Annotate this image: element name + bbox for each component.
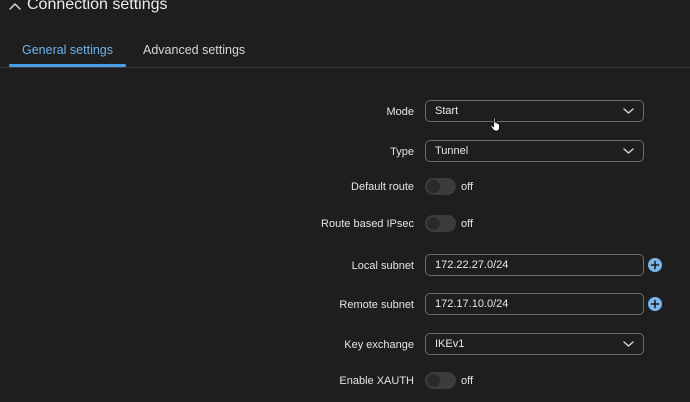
type-label: Type: [390, 146, 414, 158]
remote-subnet-label: Remote subnet: [339, 299, 414, 311]
type-row: Type Tunnel: [0, 140, 690, 164]
mode-label: Mode: [386, 106, 414, 118]
toggle-knob: [427, 374, 440, 387]
chevron-down-icon: [623, 108, 634, 114]
plus-circle-icon[interactable]: [648, 297, 662, 311]
remote-subnet-row: Remote subnet 172.17.10.0/24: [0, 293, 690, 317]
chevron-down-icon: [623, 148, 634, 154]
toggle-knob: [427, 180, 440, 193]
section-title: Connection settings: [27, 0, 168, 13]
default-route-label: Default route: [351, 181, 414, 193]
section-header[interactable]: Connection settings: [0, 0, 690, 18]
key-exchange-row: Key exchange IKEv1: [0, 333, 690, 357]
enable-xauth-label: Enable XAUTH: [339, 375, 414, 387]
mode-row: Mode Start: [0, 100, 690, 124]
local-subnet-label: Local subnet: [351, 260, 414, 272]
tab-advanced-settings[interactable]: Advanced settings: [143, 36, 245, 66]
key-exchange-label: Key exchange: [344, 339, 414, 351]
route-based-ipsec-label: Route based IPsec: [321, 218, 414, 230]
mode-value: Start: [435, 105, 459, 117]
default-route-toggle[interactable]: [425, 178, 456, 195]
tabs-divider: [0, 67, 690, 68]
default-route-row: Default route off: [0, 175, 690, 199]
remote-subnet-input[interactable]: 172.17.10.0/24: [425, 293, 644, 315]
default-route-state: off: [461, 181, 474, 193]
route-based-ipsec-state: off: [461, 218, 474, 230]
key-exchange-value: IKEv1: [435, 338, 465, 350]
plus-circle-icon[interactable]: [648, 258, 662, 272]
enable-xauth-toggle[interactable]: [425, 372, 456, 389]
local-subnet-row: Local subnet 172.22.27.0/24: [0, 254, 690, 278]
hand-pointer-icon: [490, 117, 500, 132]
tab-bar: General settings Advanced settings: [0, 36, 690, 68]
chevron-up-icon[interactable]: [8, 0, 22, 14]
chevron-down-icon: [623, 341, 634, 347]
enable-xauth-state: off: [461, 375, 474, 387]
key-exchange-select[interactable]: IKEv1: [425, 333, 644, 355]
type-value: Tunnel: [435, 145, 469, 157]
tab-general-settings[interactable]: General settings: [9, 36, 126, 67]
mode-select[interactable]: Start: [425, 100, 644, 122]
toggle-knob: [427, 217, 440, 230]
remote-subnet-value: 172.17.10.0/24: [435, 298, 509, 310]
local-subnet-input[interactable]: 172.22.27.0/24: [425, 254, 644, 276]
route-based-ipsec-row: Route based IPsec off: [0, 212, 690, 236]
type-select[interactable]: Tunnel: [425, 140, 644, 162]
route-based-ipsec-toggle[interactable]: [425, 215, 456, 232]
enable-xauth-row: Enable XAUTH off: [0, 369, 690, 393]
local-subnet-value: 172.22.27.0/24: [435, 259, 509, 271]
